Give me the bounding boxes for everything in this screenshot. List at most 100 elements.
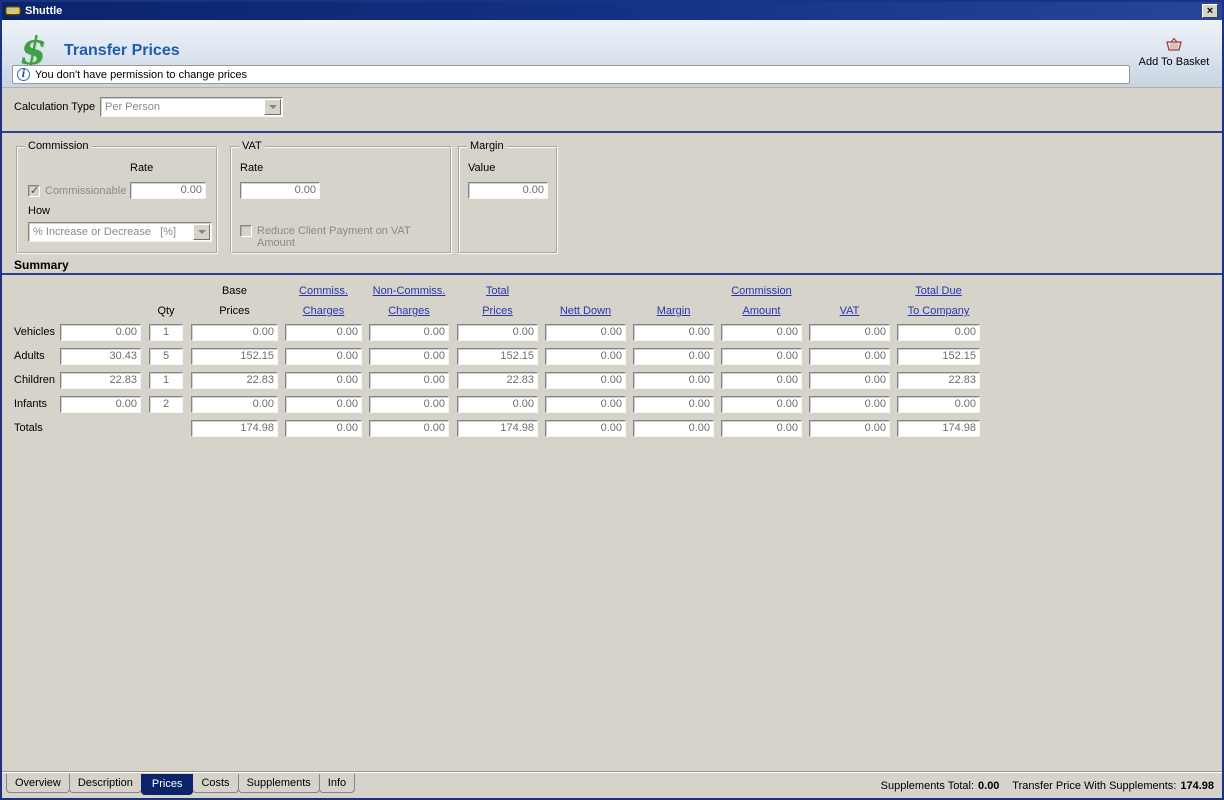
total-prices-field: 152.15 [457,348,538,365]
header-total-due[interactable]: Total Due [897,284,980,299]
header-commiss-charges[interactable]: Commiss. [285,284,362,299]
tab-overview[interactable]: Overview [6,774,70,793]
base-prices-field: 22.83 [191,372,278,389]
header-total-prices[interactable]: Total [457,284,538,299]
header: $ Transfer Prices Add To Basket i You do… [2,20,1222,88]
price-field: 22.83 [60,372,141,389]
commission-amount-total-field: 0.00 [721,420,802,437]
window-title: Shuttle [25,5,62,17]
commission-how-select: % Increase or Decrease [%] [28,222,212,242]
total-prices-field: 0.00 [457,324,538,341]
supplements-total-label: Supplements Total: [881,780,974,792]
margin-field: 0.00 [633,324,714,341]
info-icon: i [17,68,30,81]
qty-field: 1 [149,324,183,341]
header-noncommiss-charges[interactable]: Non-Commiss. [369,284,449,299]
margin-field: 0.00 [633,396,714,413]
calculation-type-select: Per Person [100,97,283,117]
commission-amount-field: 0.00 [721,348,802,365]
non-commiss-charges-total-field: 0.00 [369,420,449,437]
commission-group: Commission Rate Commissionable 0.00 How … [16,146,218,254]
divider-top [2,131,1222,133]
vat-field: 0.00 [809,396,890,413]
commiss-charges-field: 0.00 [285,372,362,389]
total-due-total-field: 174.98 [897,420,980,437]
header-base: Base [191,284,278,299]
header-vat[interactable]: VAT [809,304,890,319]
info-message: You don't have permission to change pric… [35,69,247,81]
divider-summary [2,273,1222,275]
transfer-price-value: 174.98 [1180,780,1214,792]
margin-group: Margin Value 0.00 [458,146,558,254]
non-commiss-charges-field: 0.00 [369,324,449,341]
nett-down-total-field: 0.00 [545,420,626,437]
commissionable-checkbox [28,185,40,197]
non-commiss-charges-field: 0.00 [369,396,449,413]
tab-prices[interactable]: Prices [141,774,194,795]
header-margin[interactable]: Margin [633,304,714,319]
commission-group-title: Commission [25,140,92,152]
non-commiss-charges-field: 0.00 [369,348,449,365]
commission-amount-field: 0.00 [721,324,802,341]
commission-how-value: % Increase or Decrease [%] [29,226,193,238]
commission-amount-field: 0.00 [721,372,802,389]
margin-value-field: 0.00 [468,182,548,199]
close-icon[interactable]: × [1202,4,1218,18]
status-summary: Supplements Total:0.00 Transfer Price Wi… [881,780,1214,792]
margin-field: 0.00 [633,348,714,365]
header-total-due-2[interactable]: To Company [897,304,980,319]
total-due-field: 22.83 [897,372,980,389]
tab-supplements[interactable]: Supplements [238,774,320,793]
row-label: Infants [14,396,47,413]
header-total-prices-2[interactable]: Prices [457,304,538,319]
commission-how-label: How [28,205,50,217]
page-title: Transfer Prices [64,42,180,60]
header-commission-amount[interactable]: Commission [721,284,802,299]
base-prices-total-field: 174.98 [191,420,278,437]
price-field: 30.43 [60,348,141,365]
summary-title: Summary [14,258,69,272]
header-nett-down[interactable]: Nett Down [545,304,626,319]
tab-description[interactable]: Description [69,774,142,793]
commission-rate-field: 0.00 [130,182,206,199]
total-due-field: 0.00 [897,324,980,341]
total-prices-field: 0.00 [457,396,538,413]
margin-value-label: Value [468,162,495,174]
commissionable-label: Commissionable [45,185,126,197]
chevron-down-icon [264,99,281,115]
header-commiss-charges-2[interactable]: Charges [285,304,362,319]
header-commission-amount-2[interactable]: Amount [721,304,802,319]
calculation-type-label: Calculation Type [14,97,95,117]
commiss-charges-field: 0.00 [285,324,362,341]
margin-total-field: 0.00 [633,420,714,437]
vat-group-title: VAT [239,140,265,152]
row-label: Adults [14,348,45,365]
supplements-total-value: 0.00 [978,780,999,792]
nett-down-field: 0.00 [545,372,626,389]
vat-rate-label: Rate [240,162,263,174]
non-commiss-charges-field: 0.00 [369,372,449,389]
add-to-basket-label: Add To Basket [1135,56,1213,68]
header-noncommiss-charges-2[interactable]: Charges [369,304,449,319]
total-prices-field: 22.83 [457,372,538,389]
tab-costs[interactable]: Costs [192,774,238,793]
header-base-prices: Prices [191,304,278,319]
add-to-basket-button[interactable]: Add To Basket [1135,37,1213,68]
qty-field: 2 [149,396,183,413]
commission-rate-label: Rate [130,162,153,174]
nett-down-field: 0.00 [545,348,626,365]
nett-down-field: 0.00 [545,324,626,341]
tab-bar: Overview Description Prices Costs Supple… [2,771,1222,798]
vat-field: 0.00 [809,372,890,389]
margin-group-title: Margin [467,140,507,152]
price-field: 0.00 [60,396,141,413]
total-due-field: 0.00 [897,396,980,413]
header-qty: Qty [149,304,183,319]
reduce-client-payment-label: Reduce Client Payment on VAT Amount [257,225,450,249]
row-label: Vehicles [14,324,55,341]
commiss-charges-field: 0.00 [285,396,362,413]
shuttle-window: Shuttle × $ Transfer Prices Add To Baske… [0,0,1224,800]
calculation-type-value: Per Person [101,101,264,113]
tab-info[interactable]: Info [319,774,355,793]
total-prices-total-field: 174.98 [457,420,538,437]
